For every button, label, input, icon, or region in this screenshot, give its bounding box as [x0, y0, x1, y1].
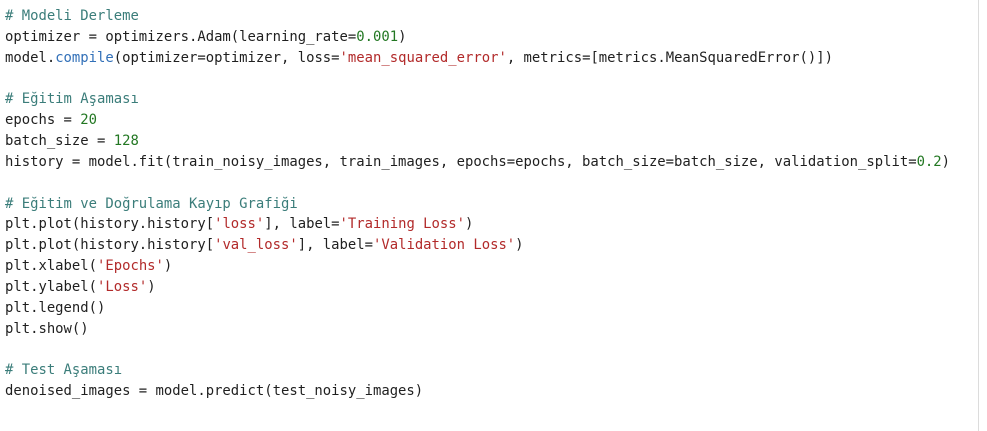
code-line: # Modeli Derleme: [5, 6, 950, 27]
code-token-comment: # Eğitim Aşaması: [5, 91, 139, 108]
code-line: optimizer = optimizers.Adam(learning_rat…: [5, 27, 950, 48]
code-token-plain: ): [515, 237, 524, 254]
code-token-plain: batch_size =: [5, 133, 114, 150]
code-token-plain: optimizer = optimizers.Adam(learning_rat…: [5, 28, 357, 45]
code-token-plain: plt.ylabel(: [5, 278, 97, 295]
code-token-plain: plt.plot(history.history[: [5, 237, 215, 254]
code-token-plain: plt.show(): [5, 320, 89, 337]
code-token-string: 'Epochs': [97, 258, 164, 275]
code-token-number: 20: [80, 112, 98, 129]
code-token-string: 'val_loss': [214, 237, 298, 254]
code-line: model.compile(optimizer=optimizer, loss=…: [5, 48, 950, 69]
code-token-plain: ): [398, 28, 407, 45]
code-token-plain: history = model.fit(train_noisy_images, …: [5, 153, 917, 170]
code-line: epochs = 20: [5, 110, 950, 131]
code-token-number: 128: [113, 133, 139, 150]
code-token-number: 0.001: [356, 28, 399, 45]
code-token-plain: (optimizer=optimizer, loss=: [113, 49, 340, 66]
code-line: plt.show(): [5, 319, 950, 340]
code-line: plt.plot(history.history['loss'], label=…: [5, 214, 950, 235]
code-line: batch_size = 128: [5, 131, 950, 152]
code-line: # Eğitim Aşaması: [5, 89, 950, 110]
code-line: plt.ylabel('Loss'): [5, 277, 950, 298]
code-token-comment: # Modeli Derleme: [5, 8, 139, 24]
code-token-plain: ): [163, 258, 173, 275]
code-line: denoised_images = model.predict(test_noi…: [5, 381, 950, 402]
code-token-plain: plt.legend(): [5, 299, 106, 316]
code-token-string: 'loss': [214, 216, 265, 233]
code-token-plain: plt.plot(history.history[: [5, 216, 215, 233]
code-line: plt.plot(history.history['val_loss'], la…: [5, 235, 950, 256]
code-token-plain: ], label=: [264, 216, 340, 233]
code-token-string: 'Training Loss': [339, 216, 465, 233]
code-line: plt.xlabel('Epochs'): [5, 256, 950, 277]
code-token-number: 0.2: [916, 153, 942, 170]
code-token-string: 'Loss': [97, 278, 148, 295]
code-line: # Eğitim ve Doğrulama Kayıp Grafiği: [5, 194, 950, 215]
code-line: history = model.fit(train_noisy_images, …: [5, 152, 950, 173]
code-token-comment: # Eğitim ve Doğrulama Kayıp Grafiği: [5, 195, 298, 212]
code-token-plain: ): [465, 216, 474, 233]
code-editor[interactable]: # Modeli Derleme optimizer = optimizers.A…: [5, 6, 950, 402]
code-token-plain: ], label=: [297, 237, 373, 254]
code-token-comment: # Test Aşaması: [5, 362, 123, 379]
code-token-string: 'mean_squared_error': [339, 49, 507, 66]
code-token-plain: ): [941, 153, 951, 170]
code-line: # Test Aşaması: [5, 360, 950, 381]
code-token-plain: epochs =: [5, 112, 81, 129]
code-token-plain: , metrics=[metrics.MeanSquaredError()]): [506, 49, 833, 66]
code-token-plain: denoised_images = model.predict(test_noi…: [5, 383, 424, 400]
code-line: plt.legend(): [5, 298, 950, 319]
code-token-method: compile: [55, 49, 114, 66]
cell-divider: [978, 0, 979, 431]
code-token-plain: plt.xlabel(: [5, 258, 97, 275]
code-token-string: 'Validation Loss': [373, 237, 516, 254]
code-token-plain: ): [147, 278, 156, 295]
code-token-plain: model.: [5, 49, 56, 66]
code-cell[interactable]: # Modeli Derleme optimizer = optimizers.A…: [0, 0, 987, 431]
